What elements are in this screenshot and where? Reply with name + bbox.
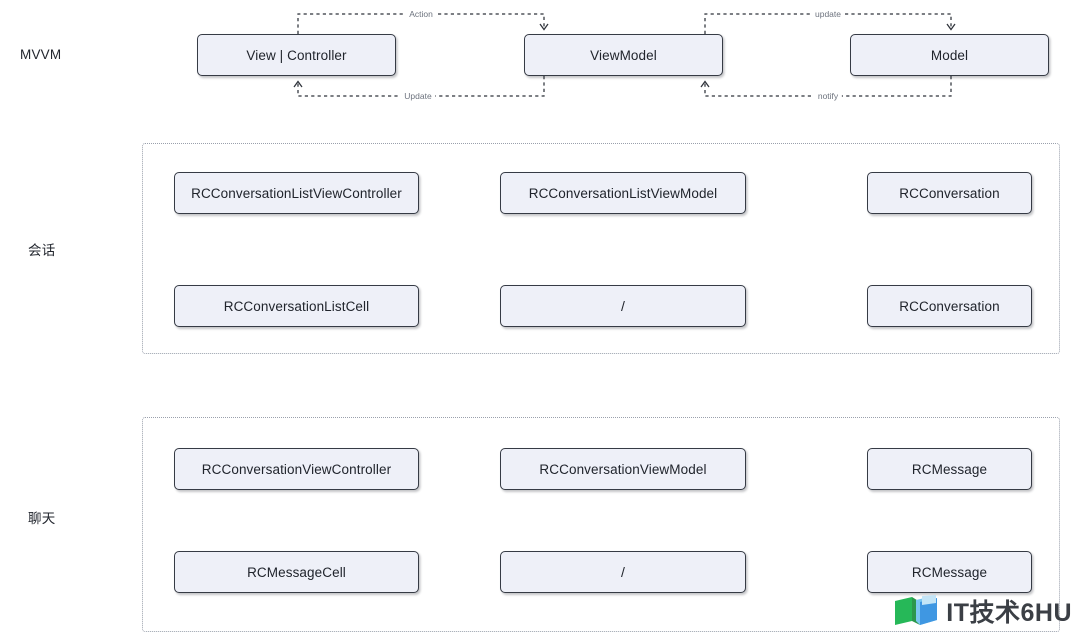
arrow-action-head	[539, 23, 549, 31]
node-conversation-view-model[interactable]: RCConversationViewModel	[500, 448, 746, 490]
node-message-cell[interactable]: RCMessageCell	[174, 551, 419, 593]
node-label: RCConversationListViewController	[191, 185, 402, 201]
row-label-conversation: 会话	[28, 243, 56, 258]
book-logo-icon	[892, 594, 940, 633]
arrow-notify-head	[700, 80, 710, 88]
node-message-model-2[interactable]: RCMessage	[867, 551, 1032, 593]
node-label: RCConversationViewModel	[539, 461, 707, 477]
watermark-text: IT技术6HU	[946, 599, 1072, 627]
row-label-chat: 聊天	[28, 511, 56, 526]
row-label-mvvm: MVVM	[20, 47, 62, 62]
diagram-canvas: MVVM 会话 聊天 View | Controller ViewModel M…	[0, 0, 1080, 635]
node-viewmodel[interactable]: ViewModel	[524, 34, 723, 76]
edge-label-action: Action	[405, 10, 437, 19]
node-label: View | Controller	[246, 47, 347, 63]
node-conversation-view-controller[interactable]: RCConversationViewController	[174, 448, 419, 490]
node-label: Model	[930, 47, 969, 63]
node-label: RCConversation	[899, 185, 1000, 201]
edge-label-update-left: Update	[400, 92, 436, 101]
edge-label-notify: notify	[813, 92, 843, 101]
node-message-viewmodel-placeholder[interactable]: /	[500, 551, 746, 593]
node-conversation-list-view-model[interactable]: RCConversationListViewModel	[500, 172, 746, 214]
node-conversation-model-1[interactable]: RCConversation	[867, 172, 1032, 214]
edge-label-update-right: update	[811, 10, 845, 19]
node-conversation-list-view-controller[interactable]: RCConversationListViewController	[174, 172, 419, 214]
node-label: RCConversationViewController	[201, 461, 392, 477]
watermark: IT技术6HU	[892, 594, 1072, 633]
arrow-update-left-head	[293, 80, 303, 88]
node-view-controller[interactable]: View | Controller	[197, 34, 396, 76]
arrow-update-right-head	[946, 23, 956, 31]
node-label: RCMessageCell	[247, 564, 346, 580]
node-conversation-list-viewmodel-placeholder[interactable]: /	[500, 285, 746, 327]
node-label: ViewModel	[590, 47, 657, 63]
node-label: RCConversationListCell	[223, 298, 370, 314]
node-conversation-model-2[interactable]: RCConversation	[867, 285, 1032, 327]
node-model[interactable]: Model	[850, 34, 1049, 76]
node-label: /	[621, 298, 625, 314]
node-conversation-list-cell[interactable]: RCConversationListCell	[174, 285, 419, 327]
node-label: RCConversation	[899, 298, 1000, 314]
node-message-model-1[interactable]: RCMessage	[867, 448, 1032, 490]
node-label: RCMessage	[911, 461, 988, 477]
node-label: RCMessage	[911, 564, 988, 580]
node-label: /	[621, 564, 625, 580]
node-label: RCConversationListViewModel	[528, 185, 718, 201]
